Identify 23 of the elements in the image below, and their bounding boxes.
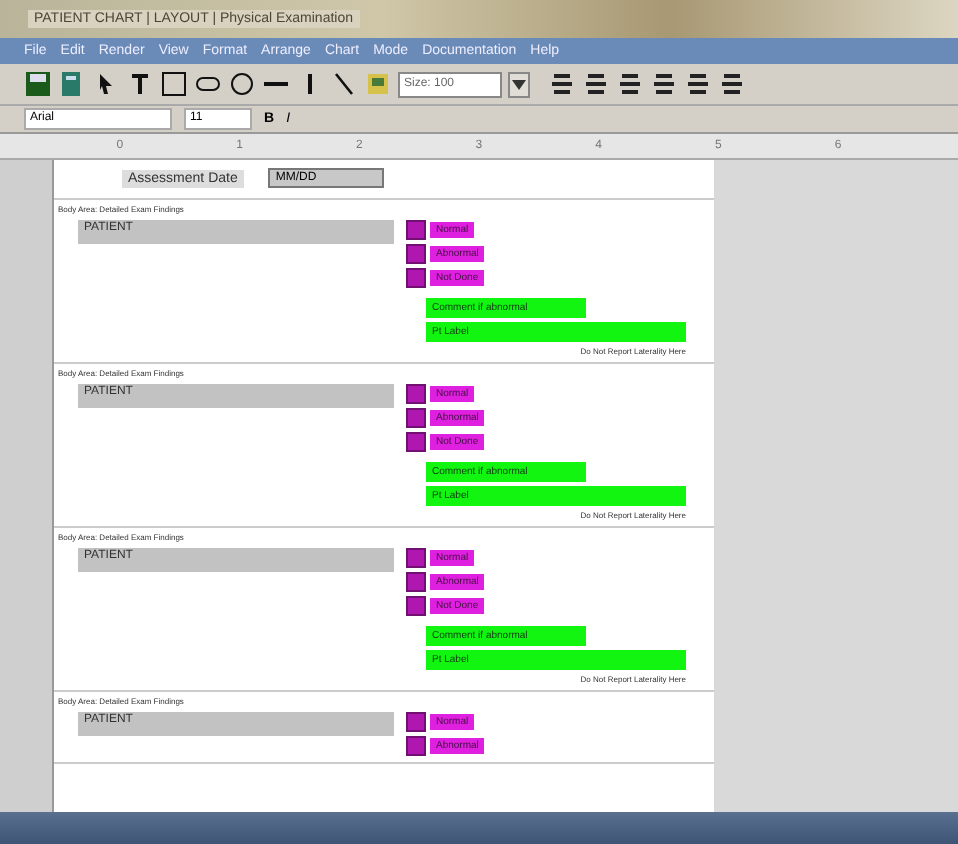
checkbox[interactable] bbox=[406, 548, 426, 568]
checkbox[interactable] bbox=[406, 244, 426, 264]
align-icon[interactable] bbox=[650, 70, 678, 98]
checkbox[interactable] bbox=[406, 268, 426, 288]
checkbox[interactable] bbox=[406, 384, 426, 404]
align-icon[interactable] bbox=[718, 70, 746, 98]
checkbox[interactable] bbox=[406, 712, 426, 732]
circle-icon[interactable] bbox=[228, 70, 256, 98]
diagonal-line-icon[interactable] bbox=[330, 70, 358, 98]
checkbox[interactable] bbox=[406, 432, 426, 452]
rectangle-icon[interactable] bbox=[160, 70, 188, 98]
align-icon[interactable] bbox=[582, 70, 610, 98]
checkbox[interactable] bbox=[406, 736, 426, 756]
checkbox[interactable] bbox=[406, 596, 426, 616]
checkbox[interactable] bbox=[406, 408, 426, 428]
checkbox[interactable] bbox=[406, 220, 426, 240]
align-icon[interactable] bbox=[548, 70, 576, 98]
save-icon[interactable] bbox=[24, 70, 52, 98]
align-icon[interactable] bbox=[616, 70, 644, 98]
book-icon[interactable] bbox=[58, 70, 86, 98]
align-icon[interactable] bbox=[684, 70, 712, 98]
text-tool-icon[interactable] bbox=[126, 70, 154, 98]
checkbox[interactable] bbox=[406, 572, 426, 592]
